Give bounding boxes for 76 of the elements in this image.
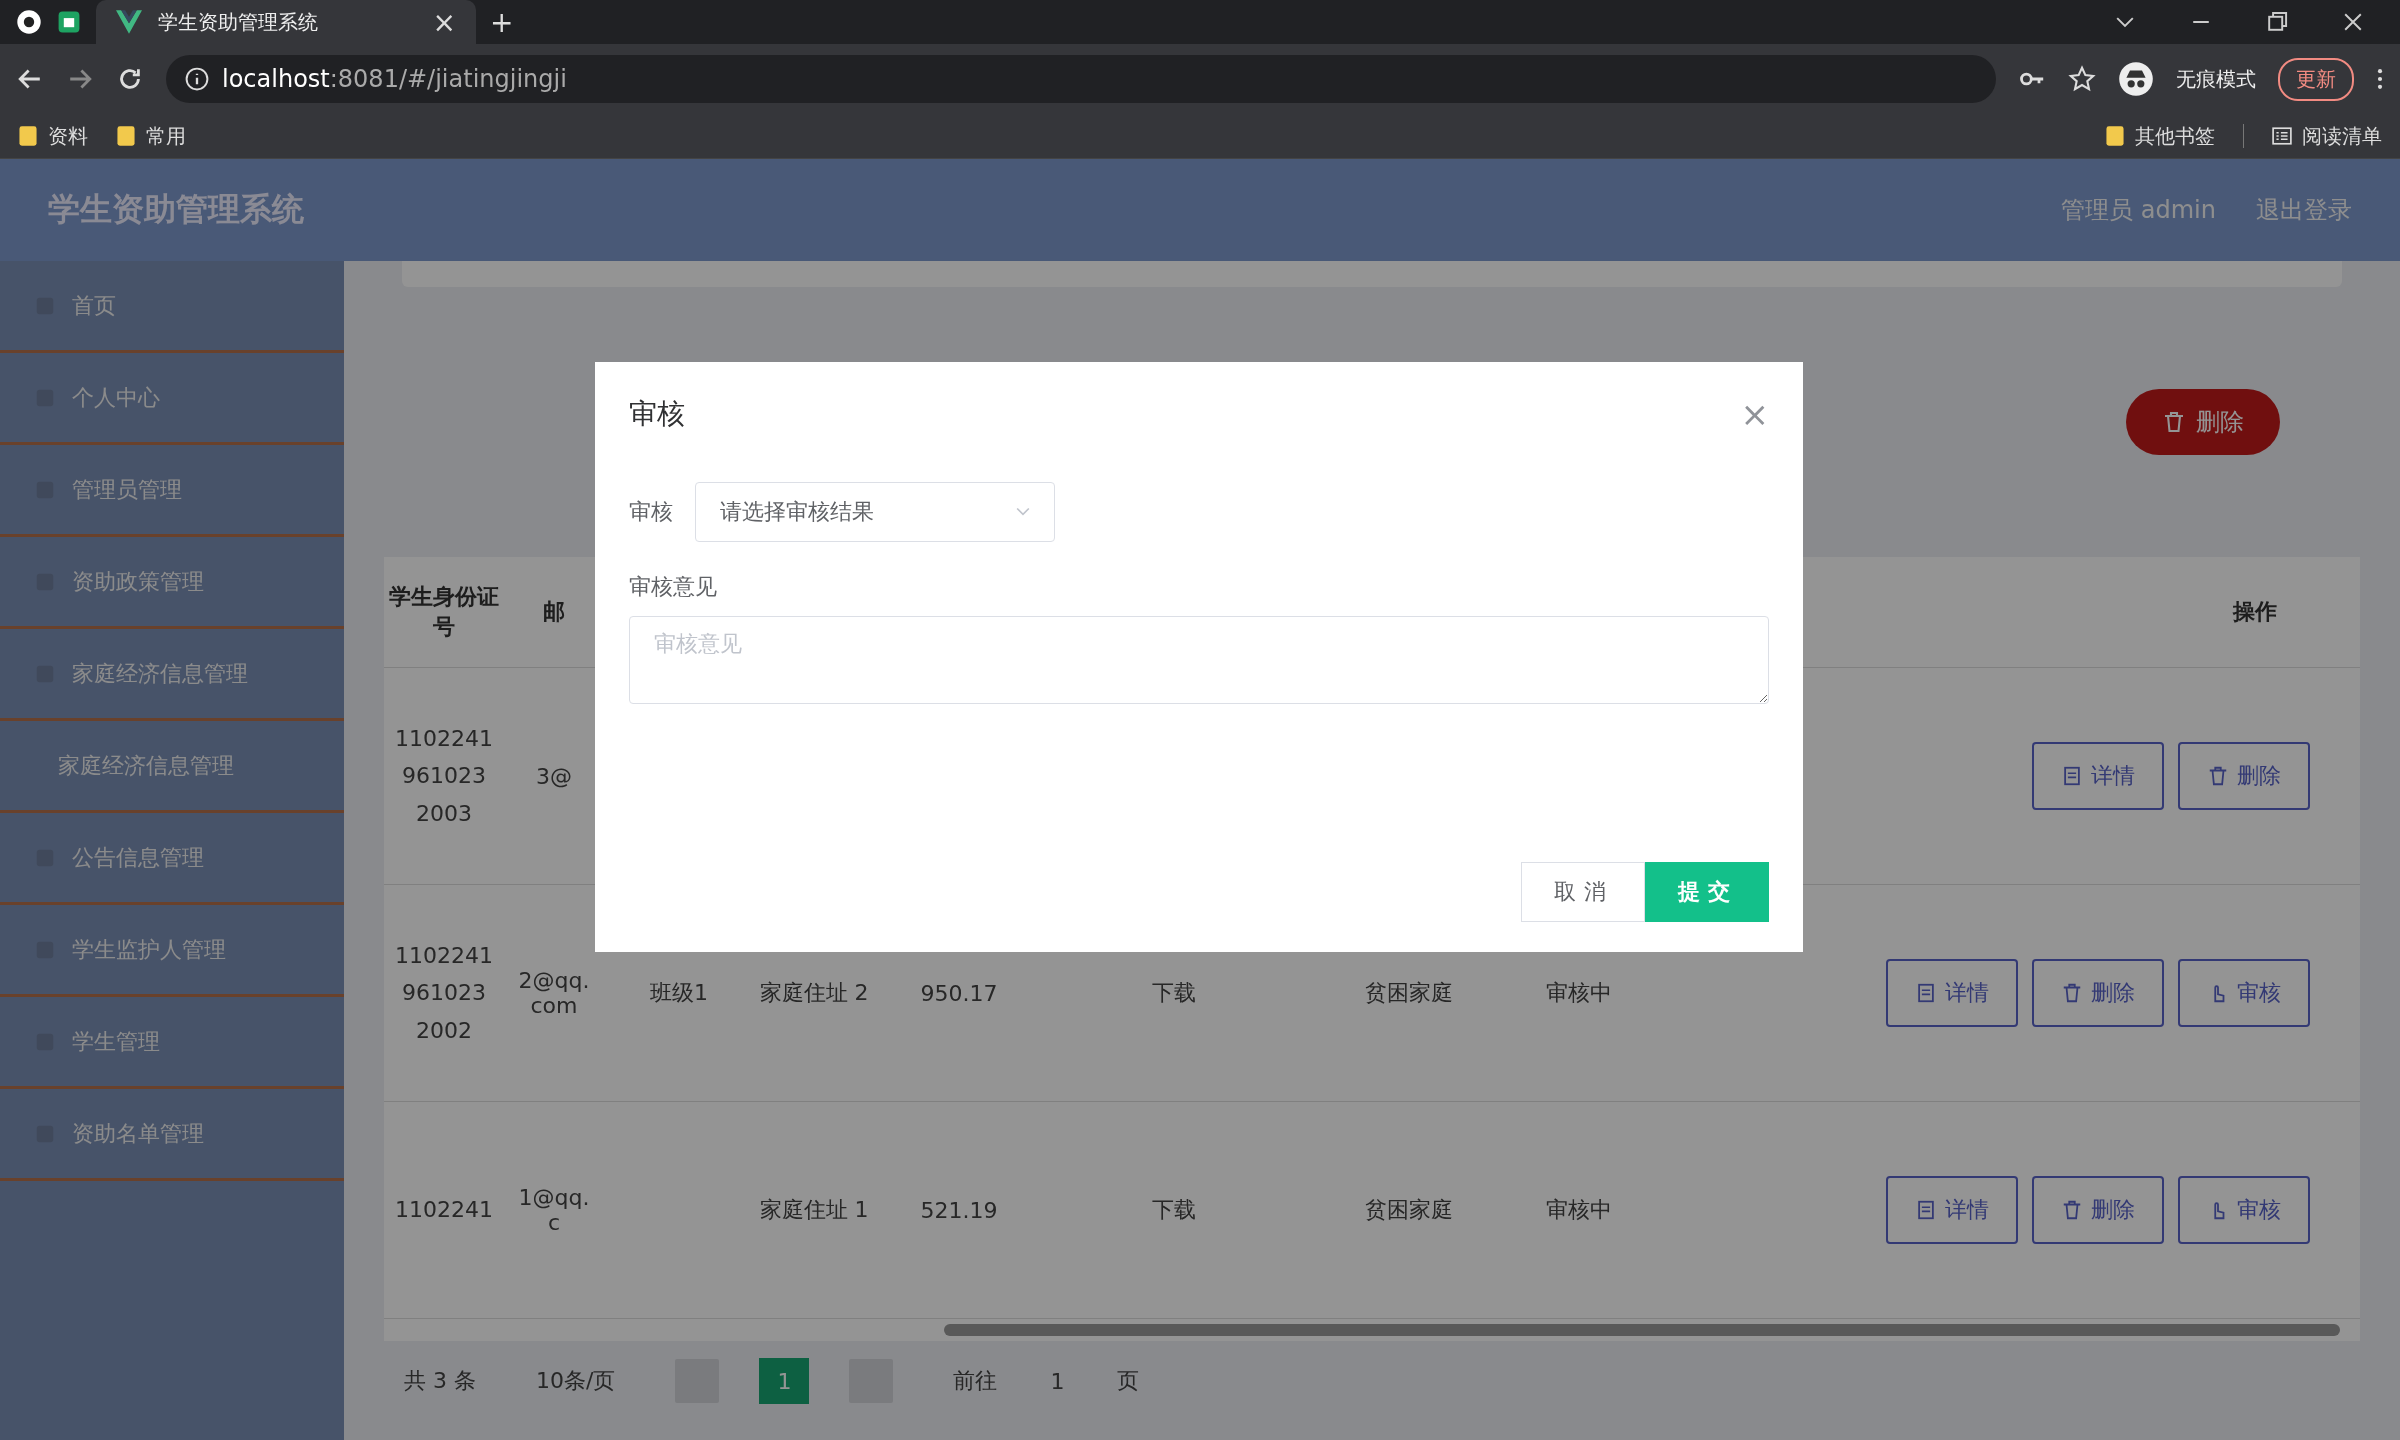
email-cell: 2@qq.com bbox=[517, 968, 591, 1018]
incognito-icon bbox=[2118, 61, 2154, 97]
email-cell-text: 3@ bbox=[535, 763, 573, 789]
update-button[interactable]: 更新 bbox=[2278, 57, 2354, 101]
review-button[interactable]: 审核 bbox=[2178, 959, 2310, 1027]
cancel-button[interactable]: 取消 bbox=[1521, 862, 1645, 922]
download-link[interactable]: 下载 bbox=[1152, 1195, 1196, 1225]
column-header: 学生身份证号 bbox=[389, 583, 499, 641]
review-comment-field[interactable]: 审核意见 bbox=[629, 616, 1769, 704]
page-number[interactable]: 1 bbox=[759, 1358, 810, 1404]
review-button[interactable]: 审核 bbox=[2178, 1176, 2310, 1244]
document-icon bbox=[1915, 1199, 1937, 1221]
bookmark-folder[interactable]: 常用 bbox=[116, 122, 186, 150]
address-cell-text: 家庭住址 2 bbox=[759, 979, 869, 1007]
address-cell-text: 家庭住址 1 bbox=[759, 1196, 869, 1224]
download-link[interactable]: 下载 bbox=[1152, 978, 1196, 1008]
tab-title: 学生资助管理系统 bbox=[158, 8, 319, 36]
logout-link[interactable]: 退出登录 bbox=[2256, 194, 2352, 226]
field-label: 审核意见 bbox=[629, 573, 718, 601]
page-size-select[interactable]: 10条/页 bbox=[516, 1366, 636, 1396]
trash-icon bbox=[2061, 982, 2083, 1004]
browser-tab[interactable]: 学生资助管理系统 × bbox=[96, 0, 476, 44]
document-icon bbox=[2061, 765, 2083, 787]
class-cell-text: 班级1 bbox=[650, 979, 708, 1007]
id-number-cell-text: 1102241 bbox=[394, 1196, 494, 1225]
delete-button[interactable]: 删除 bbox=[2032, 959, 2164, 1027]
review-result-select[interactable]: 请选择审核结果 bbox=[695, 482, 1055, 542]
user-label: 管理员 admin bbox=[2061, 195, 2216, 226]
list-icon bbox=[2272, 125, 2292, 147]
email-cell: 1@qq.c bbox=[517, 1185, 591, 1235]
amount-cell: 521.19 bbox=[920, 1197, 998, 1223]
bookmark-folder[interactable]: 其他书签 bbox=[2105, 122, 2215, 150]
more-icon[interactable] bbox=[2376, 66, 2384, 92]
reading-list-button[interactable]: 阅读清单 bbox=[2272, 122, 2382, 150]
chevron-down-icon bbox=[1016, 507, 1030, 517]
bookmark-folder[interactable]: 资料 bbox=[18, 122, 88, 150]
trash-icon bbox=[2061, 1199, 2083, 1221]
incognito-label: 无痕模式 bbox=[2176, 65, 2256, 93]
detail-button[interactable]: 详情 bbox=[1886, 959, 2018, 1027]
address-bar[interactable]: localhost:8081/#/jiatingjingji bbox=[166, 55, 1996, 103]
browser-logo-icon bbox=[16, 9, 42, 35]
column-header: 操作 bbox=[2231, 598, 2278, 626]
page-unit-label: 页 bbox=[1117, 1367, 1140, 1395]
delete-button[interactable]: 删除 bbox=[2178, 742, 2310, 810]
delete-button[interactable]: 删除 bbox=[2126, 389, 2280, 455]
document-icon bbox=[1915, 982, 1937, 1004]
sheet-icon bbox=[56, 9, 82, 35]
submit-button[interactable]: 提交 bbox=[1645, 862, 1769, 922]
family-type-cell-text: 贫困家庭 bbox=[1365, 1196, 1453, 1224]
family-type-cell-text: 贫困家庭 bbox=[1365, 979, 1453, 1007]
id-number-cell-text: 1102241 961023 2002 bbox=[394, 941, 494, 1045]
status-cell-text: 审核中 bbox=[1546, 979, 1612, 1007]
detail-button[interactable]: 详情 bbox=[1886, 1176, 2018, 1244]
folder-icon bbox=[2105, 125, 2125, 147]
app-title: 学生资助管理系统 bbox=[48, 189, 304, 230]
total-count: 共 3 条 bbox=[404, 1367, 476, 1395]
folder-icon bbox=[18, 125, 38, 147]
goto-page-field[interactable]: 1 bbox=[1037, 1368, 1078, 1394]
column-header: 邮 bbox=[542, 598, 566, 626]
vue-logo-icon bbox=[116, 9, 142, 35]
id-number-cell-text: 1102241 961023 2003 bbox=[394, 724, 494, 828]
trash-icon bbox=[2207, 765, 2229, 787]
goto-label: 前往 bbox=[953, 1367, 998, 1395]
dialog-title: 审核 bbox=[629, 396, 685, 432]
star-icon[interactable] bbox=[2068, 65, 2096, 93]
detail-button[interactable]: 详情 bbox=[2032, 742, 2164, 810]
close-button[interactable]: × bbox=[1740, 394, 1769, 434]
trash-icon bbox=[2162, 410, 2186, 434]
new-tab-button[interactable]: + bbox=[490, 5, 514, 39]
info-icon bbox=[184, 66, 210, 92]
status-cell-text: 审核中 bbox=[1546, 1196, 1612, 1224]
folder-icon bbox=[116, 125, 136, 147]
field-label: 审核 bbox=[629, 498, 673, 526]
amount-cell: 950.17 bbox=[920, 980, 998, 1006]
delete-button[interactable]: 删除 bbox=[2032, 1176, 2164, 1244]
close-tab-button[interactable]: × bbox=[432, 5, 456, 39]
